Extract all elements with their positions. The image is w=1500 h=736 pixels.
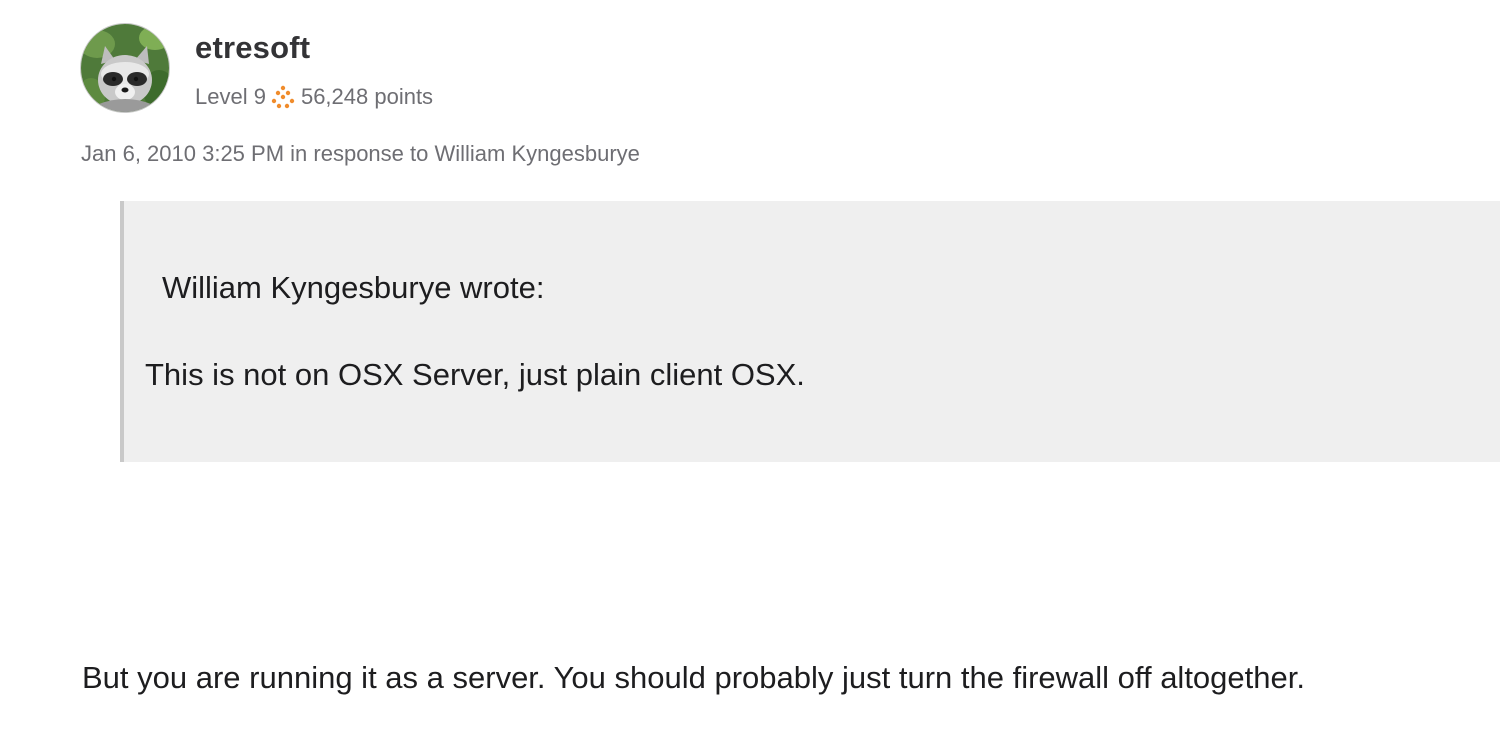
reply-text: But you are running it as a server. You …: [82, 660, 1305, 695]
raccoon-avatar-icon: [81, 24, 169, 112]
reply-post: etresoft Level 9 56,248 points Jan 6, 20…: [0, 0, 1500, 736]
in-response-prefix: in response to: [290, 141, 429, 166]
post-meta: Jan 6, 2010 3:25 PM in response to Willi…: [81, 141, 640, 167]
in-response-to-link[interactable]: William Kyngesburye: [434, 141, 639, 166]
author-meta: Level 9 56,248 points: [195, 84, 433, 110]
quote-block: William Kyngesburye wrote: This is not o…: [120, 201, 1500, 462]
author-level: Level 9: [195, 84, 266, 109]
author-avatar[interactable]: [81, 24, 169, 112]
level-dots-icon: [270, 84, 296, 110]
quote-text: This is not on OSX Server, just plain cl…: [145, 357, 805, 392]
author-points: 56,248 points: [300, 84, 434, 109]
quote-header: William Kyngesburye wrote:: [162, 270, 545, 305]
author-name[interactable]: etresoft: [195, 30, 310, 66]
post-date: Jan 6, 2010 3:25 PM: [81, 141, 285, 166]
